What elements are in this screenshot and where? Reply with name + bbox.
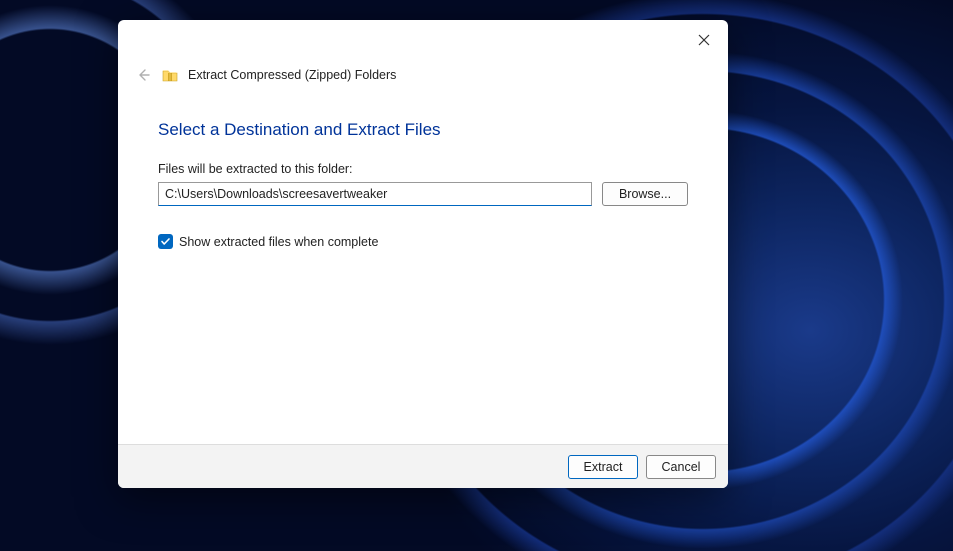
close-button[interactable] [690, 26, 718, 54]
cancel-button[interactable]: Cancel [646, 455, 716, 479]
zipped-folder-icon [162, 67, 178, 83]
destination-label: Files will be extracted to this folder: [158, 162, 688, 176]
dialog-content: Select a Destination and Extract Files F… [118, 90, 728, 444]
extract-button[interactable]: Extract [568, 455, 638, 479]
destination-row: Browse... [158, 182, 688, 206]
close-icon [698, 34, 710, 46]
browse-button[interactable]: Browse... [602, 182, 688, 206]
extract-dialog: Extract Compressed (Zipped) Folders Sele… [118, 20, 728, 488]
show-files-checkbox[interactable] [158, 234, 173, 249]
dialog-footer: Extract Cancel [118, 444, 728, 488]
show-files-checkbox-label: Show extracted files when complete [179, 235, 378, 249]
checkmark-icon [160, 236, 171, 247]
wizard-header: Extract Compressed (Zipped) Folders [118, 60, 728, 90]
page-heading: Select a Destination and Extract Files [158, 120, 688, 140]
show-files-checkbox-row: Show extracted files when complete [158, 234, 688, 249]
destination-path-input[interactable] [158, 182, 592, 206]
arrow-left-icon [136, 68, 150, 82]
back-button[interactable] [134, 66, 152, 84]
titlebar [118, 20, 728, 60]
wizard-title: Extract Compressed (Zipped) Folders [188, 68, 396, 82]
